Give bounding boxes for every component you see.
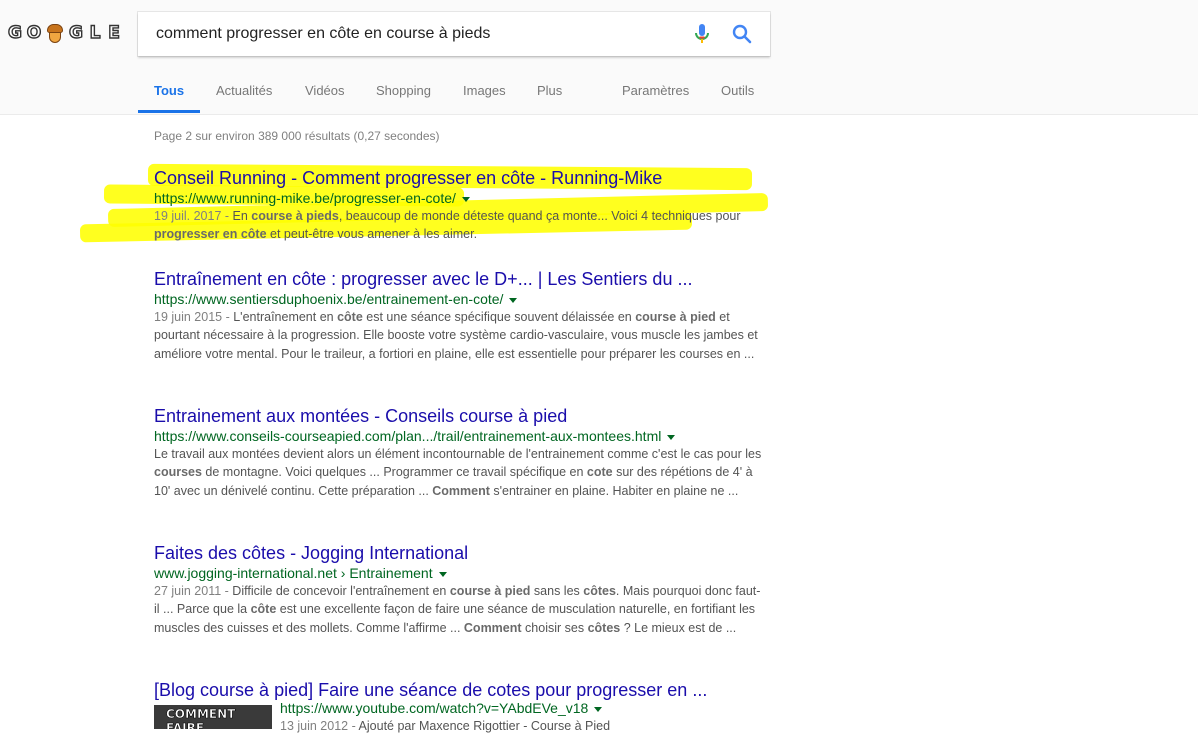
result-url: www.jogging-international.net › Entraine… — [154, 564, 764, 582]
google-doodle-logo[interactable]: G O G L E — [6, 22, 123, 44]
result-url-text: https://www.conseils-courseapied.com/pla… — [154, 428, 662, 444]
logo-letter: O — [26, 22, 42, 43]
acorn-icon — [44, 22, 66, 44]
chevron-down-icon[interactable] — [667, 434, 676, 440]
result-stats: Page 2 sur environ 389 000 résultats (0,… — [154, 129, 440, 143]
search-header: G O G L E Tous Actualités Vidéos Shoppin… — [0, 0, 1198, 115]
chevron-down-icon[interactable] — [438, 571, 447, 577]
video-thumbnail[interactable]: COMMENT FAIRE — [154, 705, 272, 729]
logo-letter: G — [68, 22, 83, 43]
logo-letter: G — [7, 22, 22, 43]
chevron-down-icon[interactable] — [594, 706, 603, 712]
search-icon[interactable] — [730, 22, 754, 46]
result-snippet-text: Ajouté par Maxence Rigottier - Course à … — [358, 719, 611, 733]
result-url: https://www.youtube.com/watch?v=YAbdEVe_… — [280, 699, 760, 717]
active-tab-indicator — [138, 110, 200, 113]
result-url-text: https://www.sentiersduphoenix.be/entrain… — [154, 291, 504, 307]
result-snippet: 19 juil. 2017 - En course à pieds, beauc… — [154, 207, 764, 244]
tab-videos[interactable]: Vidéos — [305, 83, 345, 98]
search-result: Faites des côtes - Jogging International… — [154, 542, 764, 637]
tab-shopping[interactable]: Shopping — [376, 83, 431, 98]
chevron-down-icon[interactable] — [509, 297, 518, 303]
search-result: Entraînement en côte : progresser avec l… — [154, 268, 764, 363]
result-title-link[interactable]: Conseil Running - Comment progresser en … — [154, 167, 764, 189]
result-snippet: 19 juin 2015 - L'entraînement en côte es… — [154, 308, 764, 363]
search-result: Conseil Running - Comment progresser en … — [154, 167, 764, 244]
tab-outils[interactable]: Outils — [721, 83, 754, 98]
result-url: https://www.running-mike.be/progresser-e… — [154, 189, 764, 207]
result-snippet-text: Le travail aux montées devient alors un … — [154, 447, 762, 498]
result-snippet: Le travail aux montées devient alors un … — [154, 445, 764, 500]
result-title-link[interactable]: Entrainement aux montées - Conseils cour… — [154, 405, 764, 427]
search-result-video: [Blog course à pied] Faire une séance de… — [154, 679, 764, 701]
result-title-link[interactable]: [Blog course à pied] Faire une séance de… — [154, 679, 764, 701]
result-title-link[interactable]: Entraînement en côte : progresser avec l… — [154, 268, 764, 290]
result-snippet: 27 juin 2011 - Difficile de concevoir l'… — [154, 582, 764, 637]
search-result: Entrainement aux montées - Conseils cour… — [154, 405, 764, 500]
result-date: 19 juin 2015 - — [154, 310, 234, 324]
tab-images[interactable]: Images — [463, 83, 506, 98]
microphone-icon[interactable] — [690, 22, 714, 46]
tab-actualites[interactable]: Actualités — [216, 83, 272, 98]
logo-letter: E — [107, 22, 120, 43]
tab-parametres[interactable]: Paramètres — [622, 83, 689, 98]
tab-tous[interactable]: Tous — [154, 83, 184, 98]
result-snippet-text: Difficile de concevoir l'entraînement en… — [154, 584, 761, 635]
result-url: https://www.sentiersduphoenix.be/entrain… — [154, 290, 764, 308]
result-date: 13 juin 2012 - — [280, 719, 359, 733]
tab-plus[interactable]: Plus — [537, 83, 562, 98]
logo-letter: L — [89, 22, 101, 43]
result-date: 27 juin 2011 - — [154, 584, 233, 598]
result-snippet-text: En course à pieds, beaucoup de monde dét… — [154, 209, 741, 242]
result-url-text: www.jogging-international.net › Entraine… — [154, 565, 433, 581]
video-result-details: https://www.youtube.com/watch?v=YAbdEVe_… — [280, 699, 760, 735]
result-snippet-text: L'entraînement en côte est une séance sp… — [154, 310, 758, 361]
chevron-down-icon[interactable] — [461, 196, 470, 202]
search-box[interactable] — [138, 12, 770, 56]
result-date: 19 juil. 2017 - — [154, 209, 233, 223]
result-title-link[interactable]: Faites des côtes - Jogging International — [154, 542, 764, 564]
result-snippet: 13 juin 2012 - Ajouté par Maxence Rigott… — [280, 717, 760, 735]
result-url: https://www.conseils-courseapied.com/pla… — [154, 427, 764, 445]
result-url-text: https://www.running-mike.be/progresser-e… — [154, 190, 456, 206]
result-url-text: https://www.youtube.com/watch?v=YAbdEVe_… — [280, 700, 589, 716]
search-input[interactable] — [154, 12, 684, 56]
